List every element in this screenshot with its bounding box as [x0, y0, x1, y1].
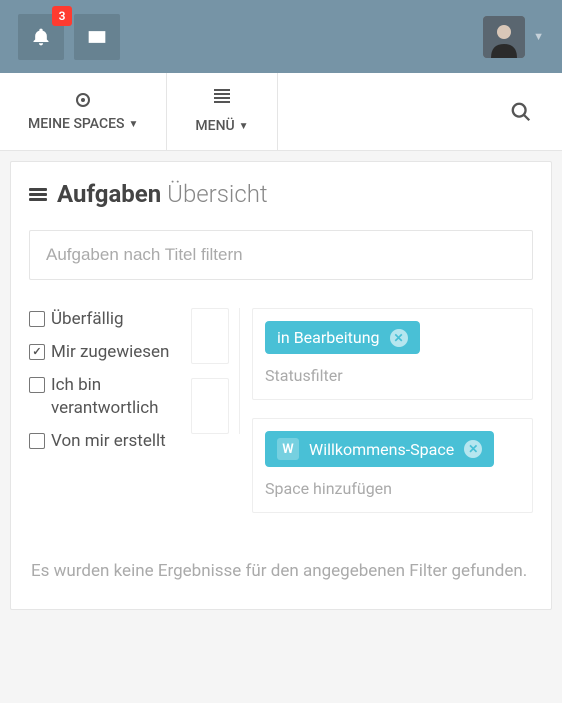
status-tag-label: in Bearbeitung	[277, 328, 380, 347]
nav-menu-label: MENÜ	[195, 118, 234, 134]
check-responsible[interactable]: Ich bin verantwortlich	[29, 374, 179, 420]
topbar-left: 3	[18, 14, 120, 60]
space-tag-letter: W	[277, 438, 299, 460]
title-filter-input[interactable]	[29, 230, 533, 280]
topbar: 3 ▼	[0, 0, 562, 73]
envelope-icon	[87, 27, 107, 47]
messages-button[interactable]	[74, 14, 120, 60]
avatar-image	[483, 16, 525, 58]
space-filter-input[interactable]: Space hinzufügen	[265, 479, 520, 498]
status-filter-group: in Bearbeitung ✕ Statusfilter	[252, 308, 533, 400]
nav-search[interactable]	[278, 73, 562, 150]
list-icon	[29, 186, 47, 203]
target-icon	[28, 87, 138, 107]
nav-my-spaces-label: MEINE SPACES	[28, 116, 125, 132]
filters-row: Überfällig Mir zugewiesen Ich bin verant…	[29, 308, 533, 513]
nav-my-spaces[interactable]: MEINE SPACES ▼	[0, 73, 167, 150]
nav-menu[interactable]: MENÜ ▼	[167, 73, 277, 150]
topbar-right: ▼	[483, 16, 544, 58]
notifications-button[interactable]: 3	[18, 14, 64, 60]
status-tag: in Bearbeitung ✕	[265, 321, 420, 354]
tags-column: in Bearbeitung ✕ Statusfilter W Willkomm…	[252, 308, 533, 513]
user-menu-caret[interactable]: ▼	[533, 30, 544, 43]
navbar: MEINE SPACES ▼ MENÜ ▼	[0, 73, 562, 151]
bell-icon	[31, 27, 51, 47]
avatar[interactable]	[483, 16, 525, 58]
chevron-down-icon: ▼	[239, 121, 249, 132]
spacer-column	[191, 308, 240, 434]
status-filter-input[interactable]: Statusfilter	[265, 366, 520, 385]
spacer-box	[191, 308, 229, 364]
check-overdue[interactable]: Überfällig	[29, 308, 179, 331]
remove-status-tag[interactable]: ✕	[390, 329, 408, 347]
space-filter-group: W Willkommens-Space ✕ Space hinzufügen	[252, 418, 533, 513]
notification-badge: 3	[52, 6, 72, 26]
main-card: Aufgaben Übersicht Überfällig Mir zugewi…	[10, 161, 552, 610]
menu-bars-icon	[195, 87, 248, 109]
page: Aufgaben Übersicht Überfällig Mir zugewi…	[0, 151, 562, 620]
page-title: Aufgaben Übersicht	[29, 180, 533, 208]
check-assigned[interactable]: Mir zugewiesen	[29, 341, 179, 364]
title-thin: Übersicht	[167, 180, 267, 208]
title-bold: Aufgaben	[57, 180, 161, 208]
remove-space-tag[interactable]: ✕	[464, 440, 482, 458]
checkbox-column: Überfällig Mir zugewiesen Ich bin verant…	[29, 308, 179, 463]
chevron-down-icon: ▼	[129, 119, 139, 130]
spacer-box	[191, 378, 229, 434]
space-tag-label: Willkommens-Space	[309, 440, 454, 459]
check-created[interactable]: Von mir erstellt	[29, 430, 179, 453]
space-tag: W Willkommens-Space ✕	[265, 431, 494, 467]
search-icon	[510, 101, 532, 123]
empty-message: Es wurden keine Ergebnisse für den angeg…	[29, 553, 533, 591]
